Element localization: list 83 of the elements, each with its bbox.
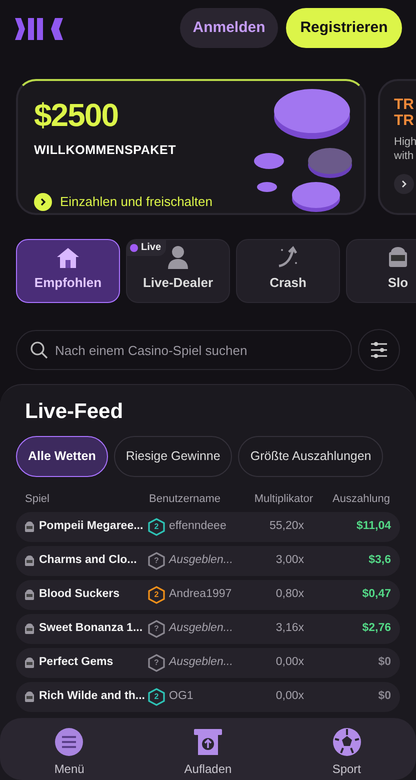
category-tab[interactable]: Live Live-Dealer xyxy=(126,239,230,303)
bonus-amount: $2500 xyxy=(34,99,119,131)
level-badge: 2 xyxy=(148,518,165,536)
column-header: Spiel xyxy=(25,492,50,508)
category-tab[interactable]: Crash xyxy=(236,239,340,303)
search-field[interactable]: Nach einem Casino-Spiel suchen xyxy=(16,330,352,370)
column-header: Auszahlung xyxy=(332,492,390,508)
soccer-ball-icon xyxy=(332,727,362,757)
payout: $0 xyxy=(377,655,391,670)
multiplier: 0,00x xyxy=(274,689,305,704)
payout: $2,76 xyxy=(361,621,391,636)
username: Andrea1997 xyxy=(169,587,232,602)
payout: $0,47 xyxy=(361,587,391,602)
nav-item[interactable]: Sport xyxy=(277,726,416,780)
username: Ausgeblen... xyxy=(169,553,233,568)
filter-tab[interactable]: Riesige Gewinne xyxy=(114,436,232,478)
logo[interactable] xyxy=(15,18,63,40)
column-header: Benutzername xyxy=(149,492,222,508)
rocket-trail-icon xyxy=(276,244,300,268)
promo-card[interactable]: $2500 WILLKOMMENSPAKET Einzahlen und freischalten xyxy=(16,79,366,215)
category-tab[interactable]: Slo xyxy=(346,239,416,303)
level-badge: 2 xyxy=(148,688,165,706)
chevron-icon xyxy=(394,174,414,194)
level-badge: ? xyxy=(148,620,165,638)
slot-machine-icon xyxy=(24,554,35,567)
table-row[interactable]: Blood Suckers 2 Andrea1997 0,80x $0,47 xyxy=(16,580,400,610)
column-header: Multiplikator xyxy=(253,492,314,508)
game-name: Charms and Clo... xyxy=(39,553,137,568)
username: effenndeee xyxy=(169,519,226,534)
login-button[interactable]: Anmelden xyxy=(180,8,278,48)
search-icon xyxy=(30,341,48,359)
filter-tab[interactable]: Alle Wetten xyxy=(16,436,108,478)
slot-machine-icon xyxy=(24,520,35,533)
multiplier: 0,00x xyxy=(274,655,305,670)
username: Ausgeblen... xyxy=(169,655,233,670)
home-icon xyxy=(56,246,80,268)
level-badge: ? xyxy=(148,552,165,570)
game-name: Sweet Bonanza 1... xyxy=(39,621,143,636)
nav-item[interactable]: Menü xyxy=(0,726,139,780)
slot-machine-icon xyxy=(24,690,35,703)
game-name: Blood Suckers xyxy=(39,587,120,602)
chevron-icon xyxy=(34,192,52,210)
username: OG1 xyxy=(169,689,194,704)
table-row[interactable]: Pompeii Megaree... 2 effenndeee 55,20x $11,04 xyxy=(16,512,400,542)
level-badge: 2 xyxy=(148,586,165,604)
filter-button[interactable] xyxy=(358,329,400,371)
bonus-title: WILLKOMMENSPAKET xyxy=(34,142,178,159)
table-row[interactable]: Rich Wilde and th... 2 OG1 0,00x $0 xyxy=(16,682,400,712)
table-row[interactable]: Charms and Clo... ? Ausgeblen... 3,00x $3,6 xyxy=(16,546,400,576)
sliders-icon xyxy=(370,342,388,358)
multiplier: 55,20x xyxy=(268,519,305,534)
register-button[interactable]: Registrieren xyxy=(286,8,402,48)
slot-machine-icon xyxy=(386,244,410,268)
slot-machine-icon xyxy=(24,588,35,601)
payout: $3,6 xyxy=(368,553,391,568)
game-name: Rich Wilde and th... xyxy=(39,689,145,704)
promo-text: High xyxy=(394,134,416,150)
menu-icon xyxy=(54,727,84,757)
slot-machine-icon xyxy=(24,622,35,635)
promo-title: TR xyxy=(394,97,415,113)
game-name: Perfect Gems xyxy=(39,655,114,670)
username: Ausgeblen... xyxy=(169,621,233,636)
multiplier: 0,80x xyxy=(274,587,305,602)
table-row[interactable]: Sweet Bonanza 1... ? Ausgeblen... 3,16x $2,76 xyxy=(16,614,400,644)
multiplier: 3,00x xyxy=(274,553,305,568)
nav-item[interactable]: Aufladen xyxy=(138,726,278,780)
deposit-link[interactable]: Einzahlen und freischalten xyxy=(60,192,212,212)
game-name: Pompeii Megaree... xyxy=(39,519,144,534)
multiplier: 3,16x xyxy=(274,621,305,636)
promo-text: with xyxy=(394,149,415,164)
payout: $0 xyxy=(377,689,391,704)
payout: $11,04 xyxy=(355,519,391,534)
promo-title: TR xyxy=(394,112,415,128)
slot-machine-icon xyxy=(24,656,35,669)
promo-card[interactable]: TR TR High with xyxy=(378,79,416,215)
person-icon xyxy=(167,244,189,268)
live-badge: Live xyxy=(126,239,166,256)
level-badge: ? xyxy=(148,654,165,672)
section-title: Live-Feed xyxy=(25,399,124,424)
filter-tab[interactable]: Größte Auszahlungen xyxy=(238,436,384,478)
deposit-icon xyxy=(192,727,223,757)
category-tab[interactable]: Empfohlen xyxy=(16,239,120,303)
table-row[interactable]: Perfect Gems ? Ausgeblen... 0,00x $0 xyxy=(16,648,400,678)
